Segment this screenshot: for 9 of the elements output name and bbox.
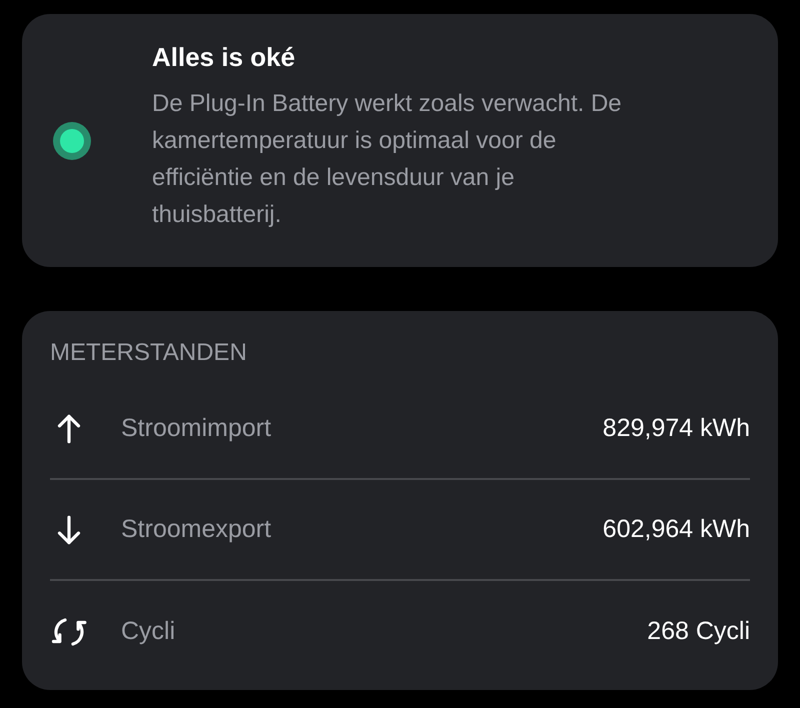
status-message: De Plug-In Battery werkt zoals verwacht. De kamertemperatuur is optimaal voor de efficiëntie en de levensduur van je thuisbatterij. xyxy=(152,89,623,230)
meter-value: 829,974 kWh xyxy=(602,414,750,443)
section-heading: METERSTANDEN xyxy=(50,339,248,367)
status-title: Alles is oké xyxy=(152,42,296,73)
meter-value: 268 Cycli xyxy=(647,617,750,646)
meter-label: Cycli xyxy=(121,617,176,646)
meter-label: Stroomexport xyxy=(121,515,272,544)
meter-label: Stroomimport xyxy=(121,414,272,443)
meter-value: 602,964 kWh xyxy=(602,515,750,544)
